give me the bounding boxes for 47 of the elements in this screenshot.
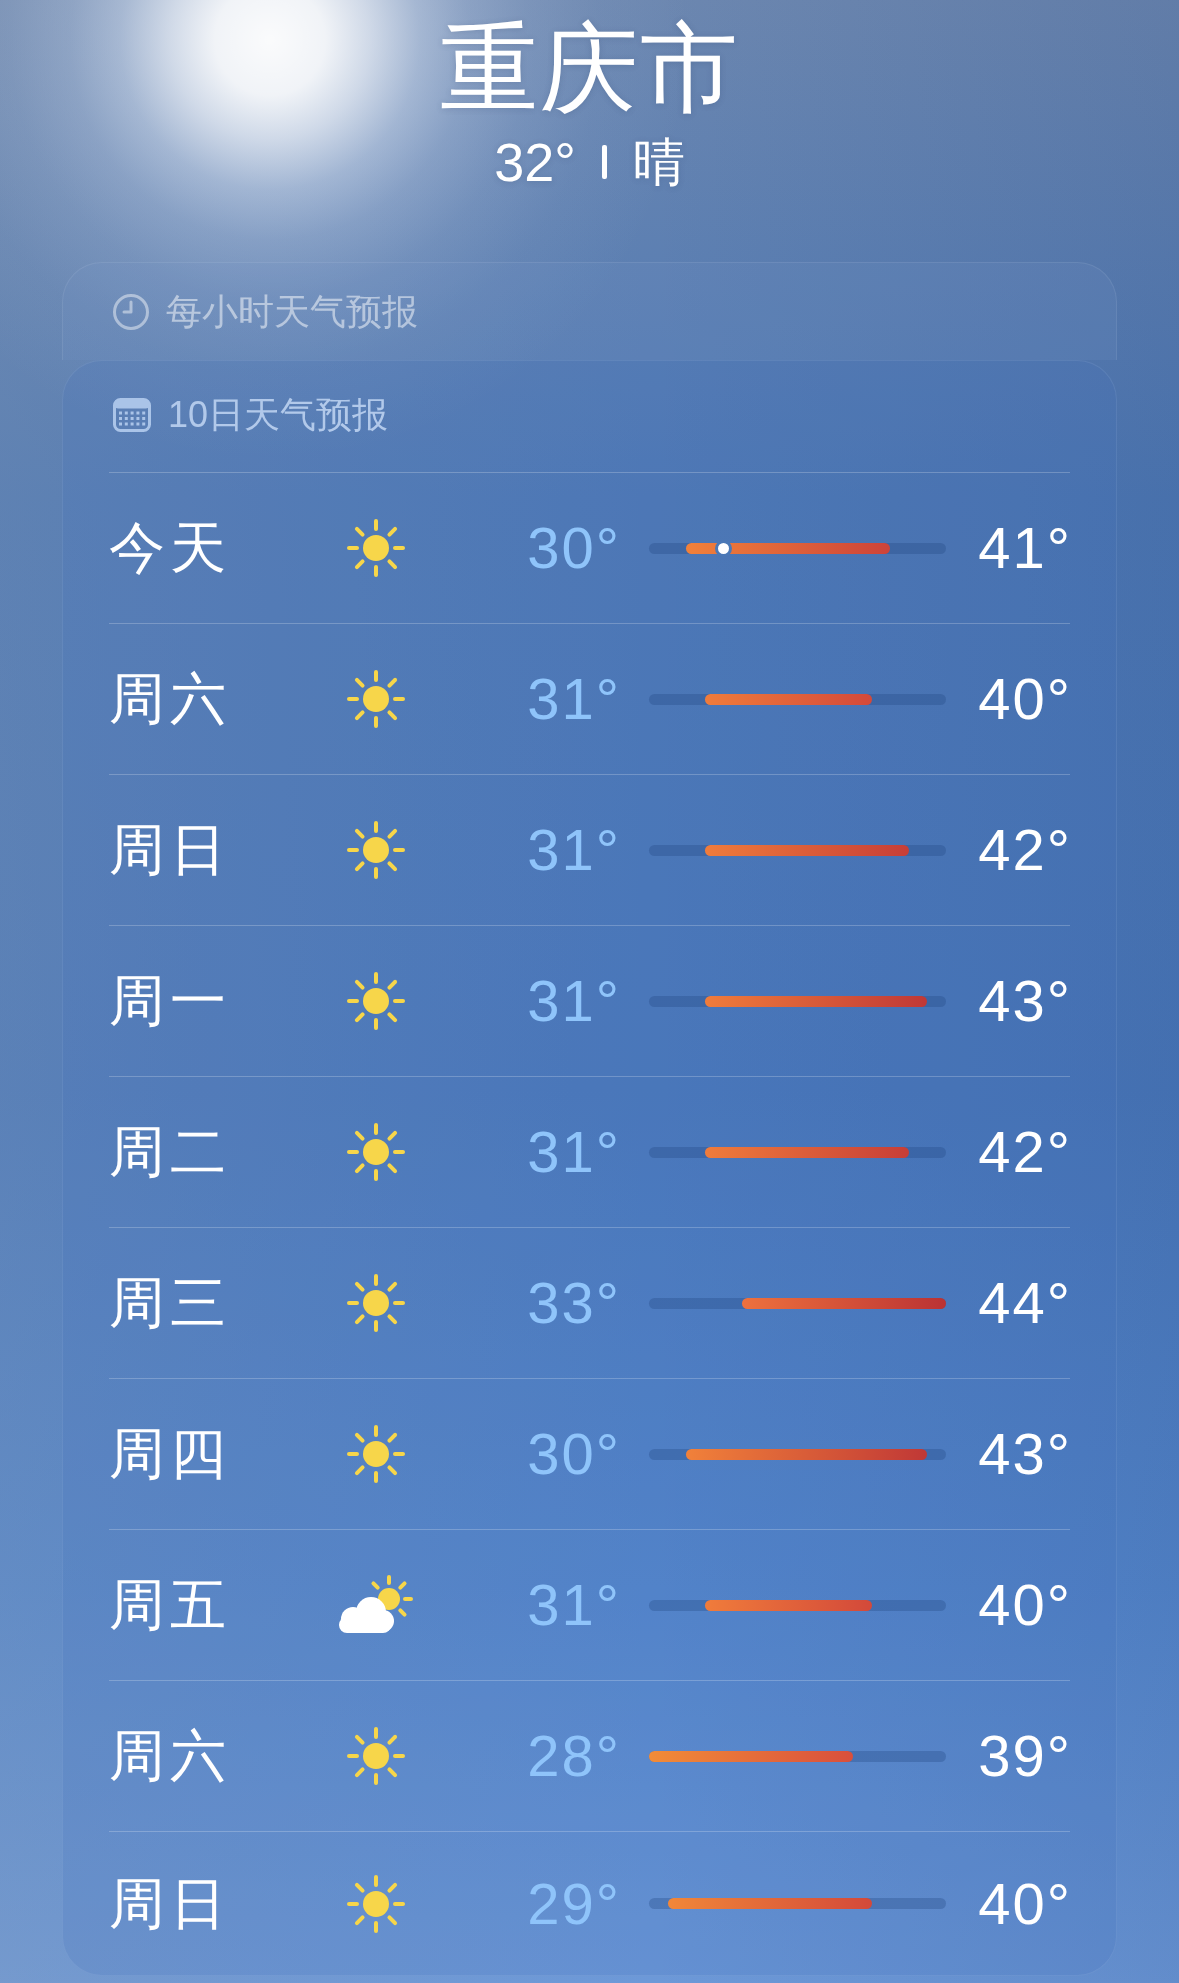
day-label: 周日 [109,1871,232,1936]
high-temperature: 42° [977,1120,1072,1184]
low-temperature: 31° [526,667,621,731]
hourly-forecast-card[interactable]: 每小时天气预报 [62,262,1117,360]
day-label: 周六 [109,667,232,731]
sun-icon [345,819,407,881]
cloud-sun-icon [337,1575,415,1635]
current-temperature: 32° [494,132,576,192]
high-temperature: 43° [977,969,1072,1033]
high-temperature: 40° [977,1871,1072,1936]
low-temperature: 33° [526,1271,621,1335]
day-label: 周五 [109,1573,232,1637]
low-temperature: 28° [526,1724,621,1788]
sun-icon [345,1272,407,1334]
clock-icon [112,292,150,331]
sun-icon [345,1121,407,1183]
sun-icon [345,1725,407,1787]
high-temperature: 40° [977,1573,1072,1637]
sun-icon [345,1423,407,1485]
low-temperature: 31° [526,1573,621,1637]
high-temperature: 44° [977,1271,1072,1335]
high-temperature: 39° [977,1724,1072,1788]
weather-condition: 晴 [632,132,685,192]
high-temperature: 42° [977,818,1072,882]
day-label: 周日 [109,818,232,882]
low-temperature: 30° [526,516,621,580]
low-temperature: 30° [526,1422,621,1486]
section-title: 10日天气预报 [168,395,389,435]
day-label: 周二 [109,1120,232,1184]
sun-icon [345,970,407,1032]
low-temperature: 31° [526,818,621,882]
sun-icon [345,668,407,730]
day-label: 周三 [109,1271,232,1335]
city-name: 重庆市 [439,12,740,124]
low-temperature: 31° [526,969,621,1033]
high-temperature: 43° [977,1422,1072,1486]
day-label: 周一 [109,969,232,1033]
high-temperature: 40° [977,667,1072,731]
high-temperature: 41° [977,516,1072,580]
section-title: 每小时天气预报 [166,291,418,332]
sun-icon [345,1872,407,1935]
low-temperature: 31° [526,1120,621,1184]
day-label: 今天 [109,516,232,580]
sun-icon [345,517,407,579]
day-label: 周六 [109,1724,232,1788]
day-label: 周四 [109,1422,232,1486]
calendar-icon [113,398,151,432]
